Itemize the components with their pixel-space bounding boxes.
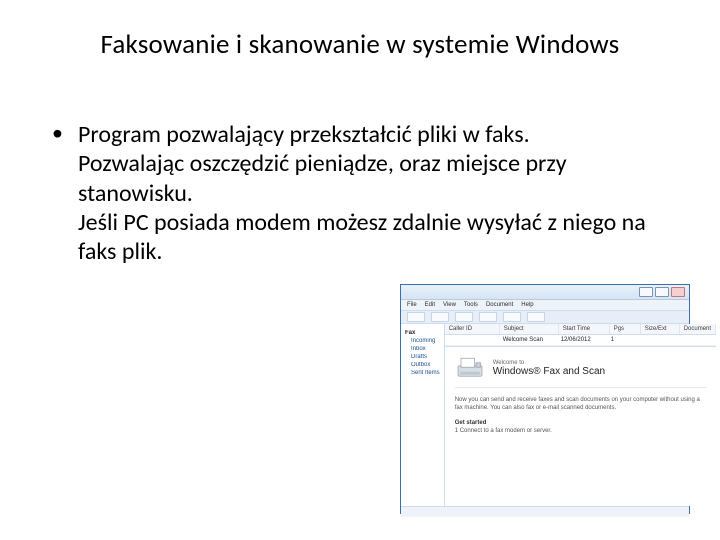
toolbar-button[interactable] — [527, 312, 545, 322]
preview-pane: Welcome to Windows® Fax and Scan Now you… — [445, 346, 716, 506]
window-controls — [639, 287, 685, 297]
col-document[interactable]: Document — [680, 324, 716, 334]
bullet-line-2: Pozwalając oszczędzić pieniądze, oraz mi… — [78, 149, 567, 207]
preview-brand-big: Windows® Fax and Scan — [493, 366, 605, 377]
preview-header: Welcome to Windows® Fax and Scan — [455, 355, 706, 381]
close-button[interactable] — [671, 287, 685, 297]
preview-steps-head: Get started — [455, 419, 706, 427]
fax-machine-icon — [455, 355, 485, 381]
col-subject[interactable]: Subject — [500, 324, 559, 334]
cell-subject: Welcome Scan — [499, 335, 557, 345]
slide-title: Faksowanie i skanowanie w systemie Windo… — [0, 28, 720, 61]
bullet-list: Program pozwalający przekształcić pliki … — [50, 120, 670, 266]
list-header: Caller ID Subject Start Time Pgs Size/Ex… — [445, 324, 716, 335]
cell-callerid — [445, 335, 499, 345]
toolbar-button[interactable] — [407, 312, 425, 322]
bullet-item: Program pozwalający przekształcić pliki … — [50, 120, 670, 266]
preview-step-1: 1 Connect to a fax modem or server. — [455, 427, 706, 435]
toolbar — [401, 311, 689, 324]
tree-node-sent[interactable]: Sent Items — [411, 370, 440, 376]
tree-node-incoming[interactable]: Incoming — [411, 338, 440, 344]
menu-tools[interactable]: Tools — [464, 302, 478, 308]
status-bar — [401, 506, 689, 517]
preview-body: Now you can send and receive faxes and s… — [455, 396, 706, 436]
list-row[interactable]: Welcome Scan 12/06/2012 1 — [445, 335, 716, 346]
tree-node-inbox[interactable]: Inbox — [411, 346, 440, 352]
menu-file[interactable]: File — [407, 302, 417, 308]
window-content: Fax Incoming Inbox Drafts Outbox Sent It… — [401, 324, 689, 506]
col-start[interactable]: Start Time — [559, 324, 610, 334]
window-titlebar — [401, 285, 689, 300]
slide-body: Program pozwalający przekształcić pliki … — [50, 120, 670, 266]
divider — [455, 387, 706, 388]
col-size[interactable]: Size/Ext — [641, 324, 680, 334]
tree-node-outbox[interactable]: Outbox — [411, 362, 440, 368]
col-pgs[interactable]: Pgs — [610, 324, 641, 334]
main-pane: Caller ID Subject Start Time Pgs Size/Ex… — [445, 324, 716, 506]
menu-view[interactable]: View — [443, 302, 456, 308]
slide: Faksowanie i skanowanie w systemie Windo… — [0, 0, 720, 540]
cell-size — [637, 335, 675, 345]
nav-tree: Fax Incoming Inbox Drafts Outbox Sent It… — [401, 324, 445, 506]
menu-edit[interactable]: Edit — [425, 302, 435, 308]
bullet-line-1: Program pozwalający przekształcić pliki … — [78, 120, 530, 149]
bullet-line-3: Jeśli PC posiada modem możesz zdalnie wy… — [78, 208, 646, 266]
toolbar-button[interactable] — [431, 312, 449, 322]
preview-title: Welcome to Windows® Fax and Scan — [493, 360, 605, 377]
menu-help[interactable]: Help — [521, 302, 533, 308]
cell-pgs: 1 — [607, 335, 637, 345]
toolbar-button[interactable] — [479, 312, 497, 322]
faxscan-window: File Edit View Tools Document Help Fax I… — [400, 284, 690, 514]
maximize-button[interactable] — [655, 287, 669, 297]
tree-root-fax[interactable]: Fax — [405, 330, 440, 336]
toolbar-button[interactable] — [503, 312, 521, 322]
cell-start: 12/06/2012 — [557, 335, 607, 345]
toolbar-button[interactable] — [455, 312, 473, 322]
col-callerid[interactable]: Caller ID — [445, 324, 500, 334]
menu-bar: File Edit View Tools Document Help — [401, 300, 689, 311]
minimize-button[interactable] — [639, 287, 653, 297]
cell-document — [675, 335, 716, 345]
menu-document[interactable]: Document — [486, 302, 513, 308]
tree-node-drafts[interactable]: Drafts — [411, 354, 440, 360]
preview-text: Now you can send and receive faxes and s… — [455, 396, 706, 413]
